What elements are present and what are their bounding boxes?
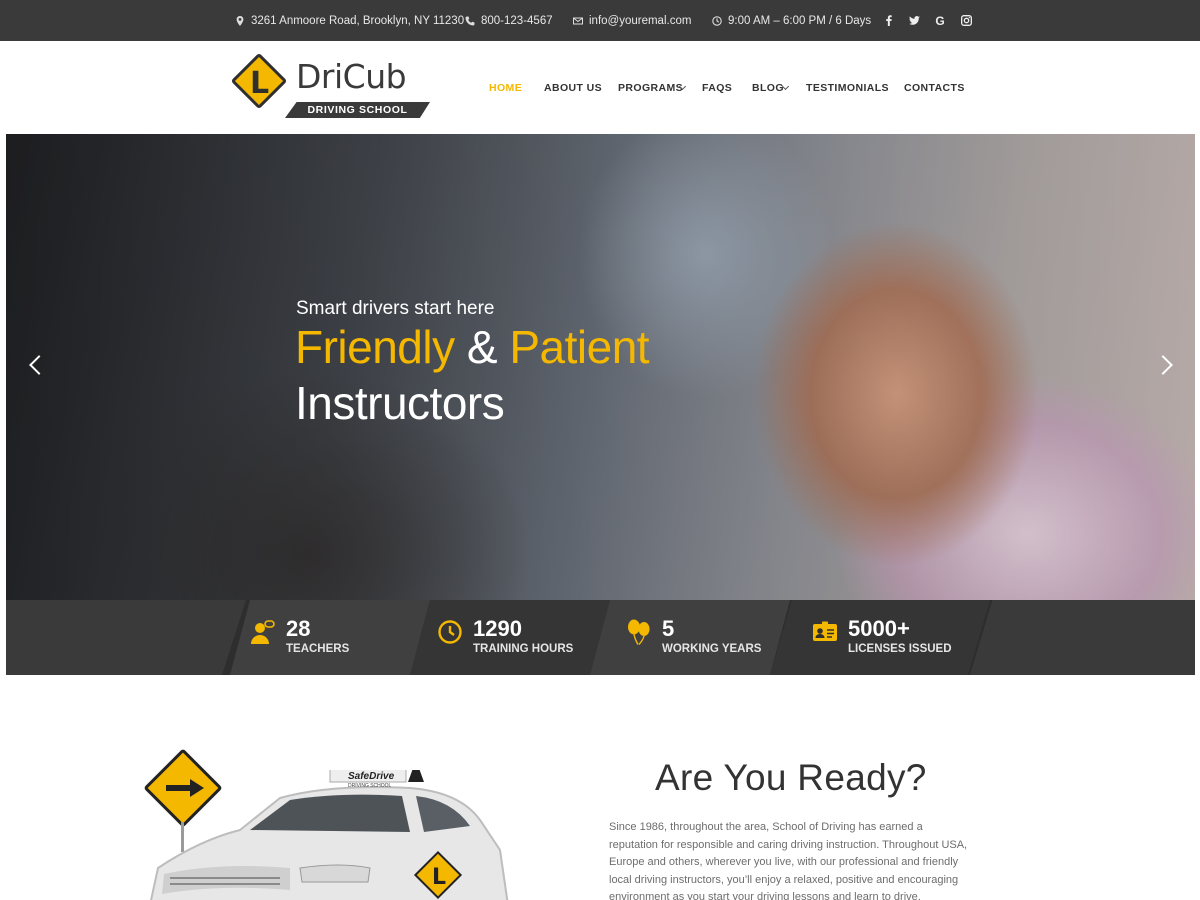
section-heading: Are You Ready? [655, 757, 927, 798]
nav-home[interactable]: HOME [489, 82, 522, 94]
hours-info: 9:00 AM – 6:00 PM / 6 Days [712, 0, 871, 41]
stat-label: WORKING YEARS [662, 643, 762, 655]
nav-faqs[interactable]: FAQS [702, 82, 732, 94]
stat-value: 1290 [473, 616, 522, 641]
hero-title-patient: Patient [509, 321, 650, 373]
hero-title-line1: Friendly & Patient [295, 320, 650, 374]
phone-icon [465, 16, 475, 25]
phone-info[interactable]: 800-123-4567 [465, 0, 553, 41]
balloons-icon [628, 619, 650, 645]
email-text[interactable]: info@youremal.com [589, 15, 691, 27]
site-logo[interactable]: L DriCub DRIVING SCHOOL [230, 52, 433, 118]
hero-kicker: Smart drivers start here [296, 298, 495, 319]
twitter-icon[interactable] [901, 15, 927, 26]
instagram-icon[interactable] [953, 15, 979, 26]
teacher-icon [251, 620, 275, 644]
nav-testimonials[interactable]: TESTIMONIALS [806, 82, 889, 94]
car-sign-brand: SafeDrive [348, 771, 395, 782]
stat-working-years: 5 WORKING YEARS [626, 616, 761, 656]
school-car-illustration: SafeDrive DRIVING SCHOOL L [150, 770, 509, 900]
social-links: G [875, 0, 979, 41]
top-info-bar: 3261 Anmoore Road, Brooklyn, NY 11230 80… [0, 0, 1200, 41]
stat-value: 5 [662, 616, 675, 641]
stat-value: 28 [286, 616, 311, 641]
phone-text[interactable]: 800-123-4567 [481, 15, 553, 27]
address-text: 3261 Anmoore Road, Brooklyn, NY 11230 [251, 14, 465, 27]
hero-title-friendly: Friendly [295, 321, 455, 373]
stat-licenses-issued: 5000+ LICENSES ISSUED [812, 616, 952, 656]
hours-text: 9:00 AM – 6:00 PM / 6 Days [728, 14, 872, 27]
hero-slider: Smart drivers start here Friendly & Pati… [6, 134, 1195, 600]
site-header: L DriCub DRIVING SCHOOL HOME ABOUT US PR… [0, 41, 1200, 134]
address-info: 3261 Anmoore Road, Brooklyn, NY 11230 [235, 0, 464, 41]
logo-mark-letter: L [250, 66, 270, 101]
logo-brand-name: DriCub [296, 57, 407, 96]
stat-label: TEACHERS [286, 643, 350, 655]
stat-teachers: 28 TEACHERS [250, 616, 349, 656]
map-pin-icon [236, 15, 244, 26]
car-sign-subtitle: DRIVING SCHOOL [348, 783, 392, 789]
car-door-letter: L [432, 865, 446, 890]
envelope-icon [573, 17, 583, 24]
nav-contacts[interactable]: CONTACTS [904, 82, 965, 94]
stat-label: TRAINING HOURS [473, 643, 574, 655]
stats-band: 28 TEACHERS 1290 TRAINING HOURS 5 WORKING Y… [6, 600, 1195, 675]
facebook-icon[interactable] [875, 15, 901, 26]
email-info[interactable]: info@youremal.com [573, 0, 691, 41]
stats-segment [970, 600, 1195, 675]
clock-icon [712, 15, 722, 26]
license-card-icon [813, 621, 837, 641]
hero-title-line2: Instructors [295, 377, 505, 429]
section-paragraph: Since 1986, throughout the area, School … [609, 821, 968, 900]
hero-title-amp: & [454, 321, 510, 373]
stat-value: 5000+ [848, 616, 910, 641]
nav-blog[interactable]: BLOG [752, 82, 784, 94]
google-icon[interactable]: G [927, 14, 953, 28]
stat-label: LICENSES ISSUED [848, 643, 952, 655]
stats-segment [6, 600, 246, 675]
nav-programs[interactable]: PROGRAMS [618, 82, 683, 94]
nav-about-us[interactable]: ABOUT US [544, 82, 602, 94]
clock-icon [438, 620, 462, 644]
logo-tagline: DRIVING SCHOOL [285, 102, 430, 118]
stat-training-hours: 1290 TRAINING HOURS [437, 616, 573, 656]
